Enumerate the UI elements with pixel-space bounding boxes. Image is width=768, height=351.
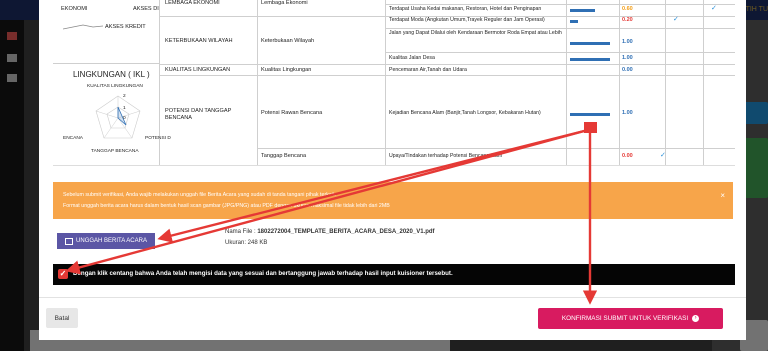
file-name: 1802272004_TEMPLATE_BERITA_ACARA_DESA_20… xyxy=(257,229,435,235)
row-2-subindicator: Keterbukaan Wilayah xyxy=(261,38,315,44)
row-3-value: 1.00 xyxy=(622,55,633,61)
radar-scale-2: 2 xyxy=(123,94,126,99)
indicator-table: EKONOMI AKSES DI AKSES KREDIT LINGKUNGAN… xyxy=(53,0,735,166)
agreement-checkbox[interactable]: ✓ xyxy=(58,269,68,279)
check-icon: ✓ xyxy=(711,5,717,12)
row-1-question: Terdapat Moda (Angkutan Umum,Trayek Regu… xyxy=(389,17,545,23)
row-5-value: 1.00 xyxy=(622,110,633,116)
row-4-indicator: KUALITAS LINGKUNGAN xyxy=(165,67,231,73)
row-0-subindicator: Lembaga Ekonomi xyxy=(261,0,308,6)
akses-kredit-label: AKSES KREDIT xyxy=(105,24,146,30)
row-6-value: 0.00 xyxy=(622,153,633,159)
upload-berita-acara-button[interactable]: UNGGAH BERITA ACARA xyxy=(57,233,155,249)
row-5-indicator: POTENSI DAN TANGGAP BENCANA xyxy=(165,108,232,122)
row-2-question: Jalan yang Dapat Dilalui oleh Kendaraan … xyxy=(389,30,562,36)
row-0-value: 0.60 xyxy=(622,6,633,12)
mini-chart-icon xyxy=(63,24,103,30)
alert-line-2: Format unggah berita acara harus dalam b… xyxy=(63,203,390,209)
arrow-circle-right-icon: › xyxy=(692,315,700,322)
file-info: Nama File : 1802272004_TEMPLATE_BERITA_A… xyxy=(225,229,435,235)
radar-label-tanggap: TANGGAP BENCANA xyxy=(91,149,139,154)
alert-line-1: Sebelum submit verifikasi, Anda wajib me… xyxy=(63,192,336,198)
file-size: Ukuran: 248 KB xyxy=(225,240,268,246)
cancel-button[interactable]: Batal xyxy=(46,308,78,328)
row-0-question: Terdapat Usaha Kedai makanan, Restoran, … xyxy=(389,6,542,12)
warning-alert: Sebelum submit verifikasi, Anda wajib me… xyxy=(53,182,733,219)
confirm-submit-button[interactable]: KONFIRMASI SUBMIT UNTUK VERIFIKASI › xyxy=(538,308,723,329)
lingkungan-title: LINGKUNGAN ( IKL ) xyxy=(73,70,150,79)
agreement-text: Dengan klik centang bahwa Anda telah men… xyxy=(73,270,453,277)
upload-button-label: UNGGAH BERITA ACARA xyxy=(76,238,147,244)
check-icon: ✓ xyxy=(660,152,666,159)
footer-divider xyxy=(39,297,746,298)
row-5-question: Kejadian Bencana Alam (Banjir,Tanah Long… xyxy=(389,110,541,116)
close-icon[interactable]: × xyxy=(720,191,725,200)
row-2-value: 1.00 xyxy=(622,39,633,45)
row-6-subindicator: Tanggap Bencana xyxy=(261,153,307,159)
row-4-subindicator: Kualitas Lingkungan xyxy=(261,67,312,73)
file-label: Nama File : xyxy=(225,229,258,235)
row-5-subindicator: Potensi Rawan Bencana xyxy=(261,110,323,116)
verification-modal: EKONOMI AKSES DI AKSES KREDIT LINGKUNGAN… xyxy=(39,0,746,340)
radar-scale-0: 0 xyxy=(123,116,126,121)
row-4-value: 0.00 xyxy=(622,67,633,73)
row-6-question: Upaya/Tindakan terhadap Potensi Bencana … xyxy=(389,153,503,159)
row-0-indicator: LEMBAGA EKONOMI xyxy=(165,0,220,6)
ekonomi-label: EKONOMI xyxy=(61,6,88,12)
kualitas-lingkungan-label: KUALITAS LINGKUNGAN xyxy=(87,84,143,89)
confirm-button-label: KONFIRMASI SUBMIT UNTUK VERIFIKASI xyxy=(561,315,689,322)
akses-label: AKSES DI xyxy=(133,6,159,12)
radar-label-potensi: POTENSI D xyxy=(145,136,171,141)
upload-icon xyxy=(65,237,74,245)
radar-label-bencana: ENCANA xyxy=(63,136,83,141)
radar-scale-1: 1 xyxy=(123,106,126,111)
row-1-value: 0.20 xyxy=(622,17,633,23)
row-3-question: Kualitas Jalan Desa xyxy=(389,55,435,61)
row-2-indicator: KETERBUKAAN WILAYAH xyxy=(165,38,233,44)
row-4-question: Pencemaran Air,Tanah dan Udara xyxy=(389,67,467,73)
check-icon: ✓ xyxy=(673,16,679,23)
radar-chart xyxy=(95,95,141,139)
agreement-bar: ✓ Dengan klik centang bahwa Anda telah m… xyxy=(53,264,735,285)
